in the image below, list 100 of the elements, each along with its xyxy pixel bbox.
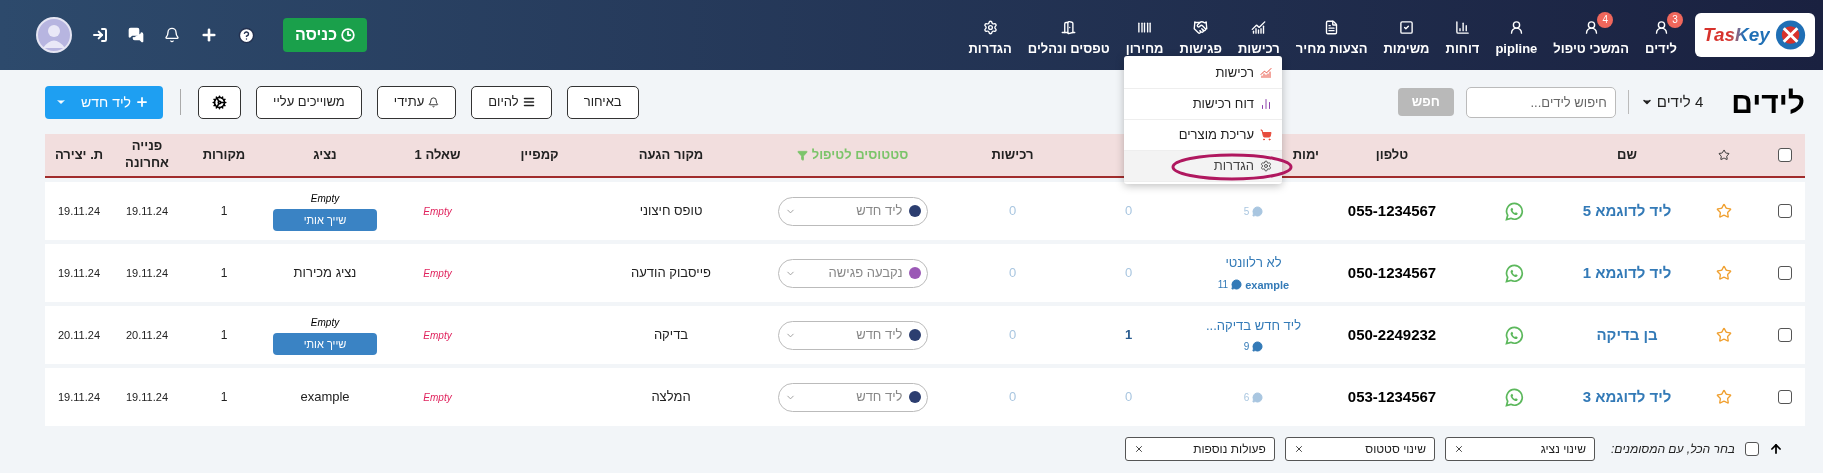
plus-icon[interactable] [200,26,218,44]
lead-name-link[interactable]: ליד לדוגמא 5 [1582,199,1672,223]
table-cell-text: 050-1234567 [1347,262,1437,283]
table-cell-text: example [300,388,350,407]
search-field[interactable]: חיפוש לידים... [1465,86,1616,118]
table-cell-text: 19.11.24 [126,389,168,405]
column-header[interactable]: רכישות [991,146,1034,164]
checkbox-icon [1399,19,1414,35]
nav-item[interactable]: דוחות [1445,19,1480,59]
door-icon [1061,19,1077,35]
column-header[interactable]: שם [1617,146,1637,164]
table-cell-text: 0 [1008,388,1017,407]
filter-button[interactable]: להיום [471,85,552,119]
nav-item[interactable]: משימות [1383,19,1430,59]
column-header[interactable]: ימות [1292,145,1319,165]
menu-item[interactable]: רכישות [1124,58,1282,89]
table-cell-text: 0 [1124,202,1133,221]
nav-item[interactable]: רכישות [1237,19,1280,59]
lead-name-link[interactable]: ליד לדוגמא 1 [1582,261,1672,285]
task-link[interactable]: ליד חדש בדיקה... [1206,315,1302,336]
table-cell-text: 19.11.24 [126,203,168,219]
column-header[interactable]: ת. יצירה [54,146,104,164]
sign-in-icon[interactable] [92,27,108,43]
status-select[interactable]: נקבעה פגישה [777,258,928,288]
person-icon [1508,19,1524,35]
checkbox[interactable] [1777,204,1792,218]
cart-icon [1260,129,1272,141]
empty-label: Empty [310,316,340,330]
column-header[interactable]: טלפון [1375,146,1409,164]
nav-item[interactable]: טפסים ונהלים [1027,19,1110,59]
lead-name-link[interactable]: ליד לדוגמא 3 [1582,385,1672,409]
lead-count-dropdown[interactable]: 4 לידים [1640,90,1704,114]
page-title: לידים [1731,84,1805,121]
filter-button[interactable]: משוייכים עליי [256,85,362,119]
table-cell-text: 19.11.24 [58,389,100,405]
table-cell-text: נציג מכירות [293,264,357,283]
assign-me-button[interactable]: שייך אותי [273,209,377,231]
plus-icon [134,95,149,109]
table-cell-text: 20.11.24 [126,327,168,343]
chat-icon[interactable] [128,27,144,43]
star-icon[interactable] [1716,389,1732,405]
column-header[interactable]: נציג [313,146,337,164]
clear-icon [1453,444,1464,454]
task-link[interactable]: לא רלוונטי [1225,253,1282,273]
nav-item[interactable]: pipline [1495,19,1538,59]
menu-item[interactable]: דוח רכישות [1124,89,1282,120]
star-icon[interactable] [1716,327,1732,343]
chart-icon [1260,67,1272,79]
assign-me-button[interactable]: שייך אותי [273,333,377,355]
checkbox[interactable] [1777,328,1792,342]
table-cell-text: 19.11.24 [58,265,100,281]
checkbox[interactable] [1745,442,1759,456]
checkbox[interactable] [1777,266,1792,280]
action-select[interactable]: שינוי סטטוס [1284,437,1435,461]
table-cell-text: המלצה [651,388,691,407]
clear-icon [1133,444,1144,454]
column-header[interactable]: מקורות [202,146,246,164]
table-cell-text: 1 [220,327,228,344]
comment-count: 6 [1243,390,1250,405]
status-select[interactable]: ליד חדש [777,382,928,412]
arrow-up-icon[interactable] [1769,442,1783,456]
bar-chart-icon [1455,19,1470,35]
checkbox[interactable] [1777,390,1792,404]
nav-item[interactable]: פגישות [1179,19,1222,59]
filter-button[interactable]: עתידי [376,85,457,119]
logo-emblem-icon [1773,18,1807,52]
empty-label: Empty [423,266,452,281]
count-badge: 4 [1597,11,1614,28]
settings-button[interactable] [198,85,241,119]
action-select[interactable]: פעולות נוספות [1124,437,1275,461]
table-cell-text: 1 [220,203,228,220]
nav-item[interactable]: הצעות מחיר [1295,19,1368,59]
comments-icon[interactable] [1231,279,1243,291]
column-header[interactable]: קמפיין [520,146,559,164]
help-icon[interactable] [238,26,255,44]
star-icon[interactable] [1718,149,1730,161]
star-icon[interactable] [1716,265,1732,281]
column-header[interactable]: שאלה 1 [414,146,461,164]
logo[interactable]: TasKey [1695,13,1815,57]
avatar[interactable] [36,17,72,53]
nav-item[interactable]: מחירון [1125,19,1164,59]
bell-icon[interactable] [164,27,180,43]
bar-chart-icon [1260,98,1272,110]
filter-button[interactable]: באיחור [566,85,639,119]
checkbox[interactable] [1777,148,1792,162]
status-select[interactable]: ליד חדש [777,196,928,226]
column-header[interactable]: פנייה אחרונה [117,138,177,172]
table-cell-text: 19.11.24 [58,203,100,219]
comments-icon[interactable] [1252,341,1264,353]
column-header[interactable]: מקור הגעה [638,146,704,164]
clear-icon [1293,444,1304,454]
action-select[interactable]: שינוי נציג [1444,437,1595,461]
lead-name-link[interactable]: בן בדיקה [1596,323,1658,347]
table-cell-text: טופס חיצוני [639,202,703,221]
status-select[interactable]: ליד חדש [777,320,928,350]
comment-count: 9 [1243,340,1250,355]
bell-icon [428,96,440,108]
empty-label: Empty [423,328,452,343]
nav-item[interactable]: הגדרות [968,19,1012,59]
star-icon[interactable] [1716,203,1732,219]
